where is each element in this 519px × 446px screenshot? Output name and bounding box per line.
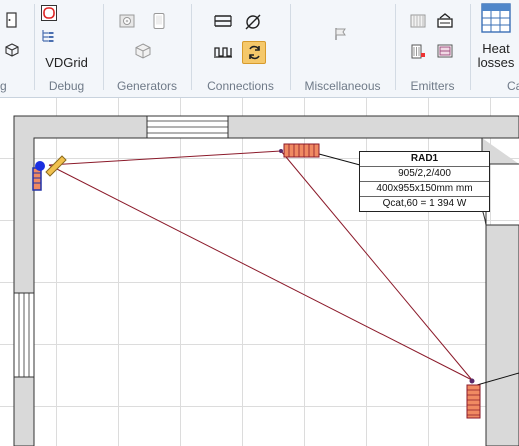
wall-right — [485, 224, 519, 446]
diameter-icon — [245, 14, 261, 30]
group-miscellaneous: Miscellaneous — [291, 0, 394, 97]
tree-list-icon — [42, 30, 54, 42]
diameter-button[interactable] — [243, 12, 265, 32]
callout-model: 905/2,2/400 — [360, 166, 489, 181]
wall-top-right — [227, 115, 519, 139]
heat-source[interactable] — [32, 155, 67, 191]
group-label-miscellaneous: Miscellaneous — [304, 79, 381, 93]
flag-button[interactable] — [333, 26, 351, 44]
wall-top-left — [13, 115, 148, 446]
cube-outline-icon — [5, 43, 19, 57]
door-small-icon — [6, 12, 17, 28]
radiator-rad1[interactable] — [279, 143, 320, 158]
callout-name: RAD1 — [410, 153, 439, 164]
heat-label-2: losses — [477, 55, 515, 70]
group-emitters: Emitters — [396, 0, 469, 97]
group-label-emitters: Emitters — [410, 79, 455, 93]
radiator-purple-icon — [437, 44, 453, 58]
group-label-debug: Debug — [48, 79, 85, 93]
group-label-connections: Connections — [207, 79, 274, 93]
boiler-icon — [119, 14, 135, 28]
group-label-partial: Ca — [507, 79, 519, 93]
drawing-canvas[interactable]: RAD1 905/2,2/400 400x955x150mm mm Qcat,6… — [0, 98, 519, 446]
phone-device-icon — [153, 13, 165, 29]
callout-leader — [318, 153, 361, 166]
table-grid-icon — [481, 3, 511, 33]
heat-label-1: Heat — [482, 41, 510, 56]
group-generators: Generators — [104, 0, 190, 97]
red-square-button[interactable] — [40, 4, 60, 24]
radiator-red-button[interactable] — [409, 42, 429, 62]
boiler-button[interactable] — [118, 12, 138, 32]
group-label: g — [0, 79, 7, 93]
flag-icon — [335, 28, 346, 40]
floor-heating-button[interactable] — [213, 42, 235, 62]
red-square-icon — [41, 5, 57, 21]
parallel-pipes-button[interactable] — [213, 12, 235, 32]
group-connections: Connections — [192, 0, 289, 97]
door-small-button[interactable] — [4, 12, 20, 30]
device-button[interactable] — [150, 12, 170, 32]
group-heat: Heat losses Ca — [471, 0, 519, 97]
parallel-pipes-icon — [214, 15, 232, 27]
pipe-1 — [48, 150, 282, 166]
panel-radiator-button[interactable] — [409, 12, 429, 32]
tree-list-button[interactable] — [40, 28, 56, 44]
group-debug: VDGrid Debug — [35, 0, 98, 97]
cube-outline-button[interactable] — [4, 42, 20, 60]
ribbon-toolbar: g VDGrid Debug Generators Connections Mi… — [0, 0, 519, 98]
radiator-red-icon — [411, 44, 425, 59]
group-partial: g — [0, 0, 34, 97]
radiator-purple-button[interactable] — [436, 42, 456, 62]
heat-losses-button[interactable]: Heat losses — [478, 3, 514, 73]
pencil-icon — [45, 155, 67, 177]
vdgrid-button[interactable]: VDGrid — [35, 55, 98, 70]
cube-icon — [135, 43, 151, 59]
cube-button[interactable] — [134, 42, 154, 62]
refresh-button[interactable] — [242, 41, 266, 64]
callout-size: 400x955x150mm mm — [360, 181, 489, 196]
panel-radiator-icon — [410, 14, 426, 28]
fan-coil-icon — [437, 13, 453, 28]
fan-coil-button[interactable] — [436, 12, 456, 32]
radiator-callout[interactable]: RAD1 905/2,2/400 400x955x150mm mm Qcat,6… — [359, 151, 490, 212]
refresh-active-icon — [249, 45, 260, 60]
floor-heating-icon — [214, 47, 232, 58]
group-label-generators: Generators — [116, 79, 178, 93]
callout-qcat: Qcat,60 = 1 394 W — [360, 196, 489, 211]
